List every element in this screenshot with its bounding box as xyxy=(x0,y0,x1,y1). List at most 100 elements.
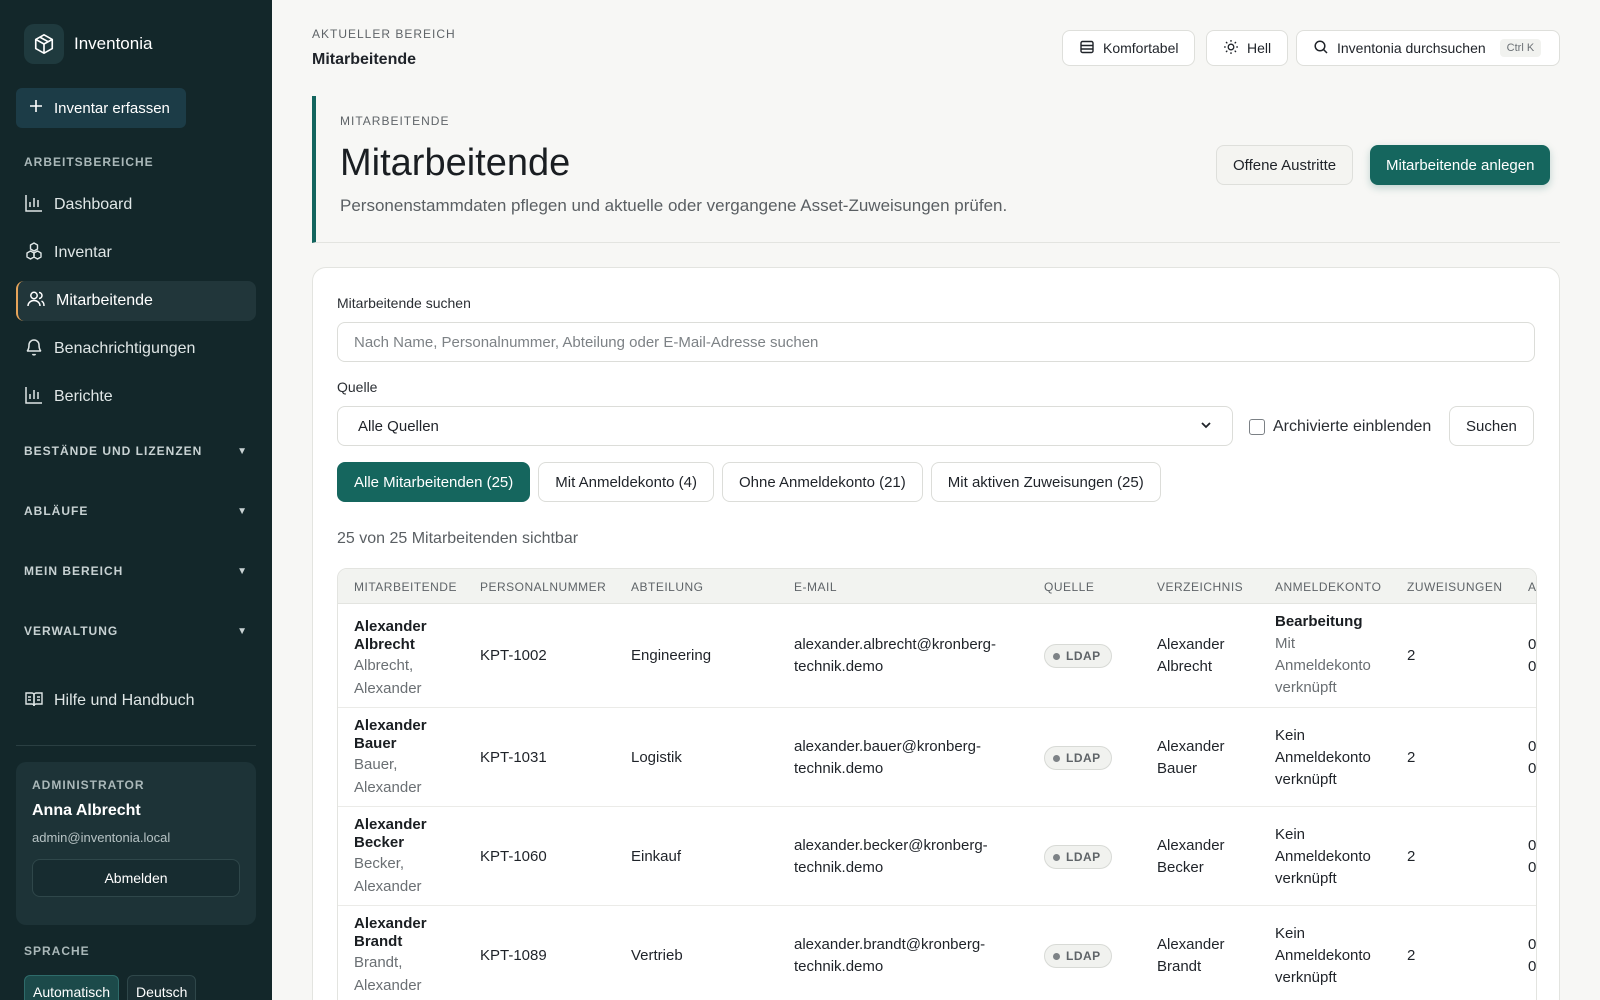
search-button[interactable]: Suchen xyxy=(1449,406,1534,446)
employee-last-name[interactable]: Bauer xyxy=(354,735,427,753)
sidebar-group-administration[interactable]: VERWALTUNG ▼ xyxy=(24,624,248,638)
employee-first-name[interactable]: Alexander xyxy=(354,915,427,933)
layout-table-icon xyxy=(1079,39,1095,58)
extra-line: 0 xyxy=(1528,738,1537,755)
sidebar-item-reports[interactable]: Berichte xyxy=(16,377,256,417)
language-auto-button[interactable]: Automatisch xyxy=(24,975,120,1000)
bar-chart-icon xyxy=(24,193,44,218)
logout-button[interactable]: Abmelden xyxy=(32,859,240,897)
column-header[interactable]: E-MAIL xyxy=(794,580,837,594)
employee-sort-name: Bauer, xyxy=(354,756,398,773)
employee-first-name[interactable]: Alexander xyxy=(354,717,427,735)
account-line: Mit xyxy=(1275,635,1295,652)
employee-sort-name: Alexander xyxy=(354,977,422,994)
filter-with-account[interactable]: Mit Anmeldekonto (4) xyxy=(538,462,714,502)
caret-down-icon: ▼ xyxy=(237,565,248,577)
archived-checkbox[interactable] xyxy=(1249,419,1265,435)
column-header[interactable]: MITARBEITENDE xyxy=(354,580,457,594)
email-line: technik.demo xyxy=(794,958,884,975)
filter-without-account[interactable]: Ohne Anmeldekonto (21) xyxy=(722,462,923,502)
sidebar-divider xyxy=(16,745,256,746)
employee-first-name[interactable]: Alexander xyxy=(354,816,427,834)
table-row[interactable]: Alexander Brandt Brandt, Alexander KPT-1… xyxy=(338,906,1537,1000)
employee-sort-name: Alexander xyxy=(354,878,422,895)
sidebar-group-label: VERWALTUNG xyxy=(24,624,119,638)
department: Logistik xyxy=(631,749,682,766)
column-header[interactable]: VERZEICHNIS xyxy=(1157,580,1243,594)
section-label-language: SPRACHE xyxy=(24,944,90,958)
sidebar-item-inventory[interactable]: Inventar xyxy=(16,233,256,273)
global-search-button[interactable]: Inventonia durchsuchen Ctrl K xyxy=(1296,30,1560,66)
column-header[interactable]: ANMELDEKONTO xyxy=(1275,580,1381,594)
account-line: Anmeldekonto xyxy=(1275,848,1371,865)
assignment-count: 2 xyxy=(1407,947,1416,964)
personnel-number: KPT-1089 xyxy=(480,947,547,964)
sidebar-item-employees[interactable]: Mitarbeitende xyxy=(16,281,256,321)
account-line: Kein xyxy=(1275,727,1306,744)
table-row[interactable]: Alexander Becker Becker, Alexander KPT-1… xyxy=(338,807,1536,906)
create-inventory-label: Inventar erfassen xyxy=(54,99,170,117)
account-line: verknüpft xyxy=(1275,771,1337,788)
table-row[interactable]: Alexander Bauer Bauer, Alexander KPT-103… xyxy=(338,708,1536,807)
employee-name-cell: Alexander Becker Becker, Alexander xyxy=(354,816,427,898)
breadcrumb: Mitarbeitende xyxy=(312,51,417,68)
column-header[interactable]: QUELLE xyxy=(1044,580,1094,594)
create-inventory-button[interactable]: Inventar erfassen xyxy=(16,88,186,128)
extra-cell: 0 0 xyxy=(1528,736,1536,780)
source-badge: LDAP xyxy=(1044,746,1112,770)
sidebar-group-workflows[interactable]: ABLÄUFE ▼ xyxy=(24,504,248,518)
column-header[interactable]: PERSONALNUMMER xyxy=(480,580,606,594)
table-header: MITARBEITENDE PERSONALNUMMER ABTEILUNG E… xyxy=(338,569,1536,604)
status-dot-icon xyxy=(1053,754,1060,762)
sidebar-item-notifications[interactable]: Benachrichtigungen xyxy=(16,329,256,369)
users-icon xyxy=(26,289,46,314)
employee-last-name[interactable]: Becker xyxy=(354,834,427,852)
directory-line: Alexander xyxy=(1157,738,1225,755)
extra-line: 0 xyxy=(1528,636,1537,653)
employee-first-name[interactable]: Alexander xyxy=(354,618,427,636)
account-cell: Kein Anmeldekonto verknüpft xyxy=(1275,725,1371,791)
extra-line: 0 xyxy=(1528,958,1537,975)
filter-all-employees[interactable]: Alle Mitarbeitenden (25) xyxy=(337,462,531,502)
language-switcher: Automatisch Deutsch xyxy=(24,975,197,1000)
density-button[interactable]: Komfortabel xyxy=(1062,30,1196,66)
sidebar-item-label: Berichte xyxy=(54,388,113,405)
theme-button[interactable]: Hell xyxy=(1206,30,1289,66)
sidebar-item-help[interactable]: Hilfe und Handbuch xyxy=(16,681,256,721)
admin-role: ADMINISTRATOR xyxy=(32,778,145,792)
column-header[interactable]: A xyxy=(1528,580,1536,594)
directory-line: Alexander xyxy=(1157,936,1225,953)
sidebar-group-my-area[interactable]: MEIN BEREICH ▼ xyxy=(24,564,248,578)
source-select[interactable]: Alle Quellen xyxy=(337,406,1233,446)
column-header[interactable]: ABTEILUNG xyxy=(631,580,704,594)
email-cell: alexander.bauer@kronberg- technik.demo xyxy=(794,736,981,780)
filter-active-assignments[interactable]: Mit aktiven Zuweisungen (25) xyxy=(930,462,1161,502)
status-dot-icon xyxy=(1053,652,1060,660)
chevron-down-icon xyxy=(1200,418,1212,435)
open-exits-button[interactable]: Offene Austritte xyxy=(1216,145,1354,185)
plus-icon xyxy=(28,98,44,118)
account-cell: Bearbeitung Mit Anmeldekonto verknüpft xyxy=(1275,611,1371,699)
page-title: Mitarbeitende xyxy=(340,142,571,184)
sidebar-group-stocks[interactable]: BESTÄNDE UND LIZENZEN ▼ xyxy=(24,444,248,458)
column-header[interactable]: ZUWEISUNGEN xyxy=(1407,580,1503,594)
create-employee-button[interactable]: Mitarbeitende anlegen xyxy=(1370,145,1551,185)
account-line: Anmeldekonto xyxy=(1275,749,1371,766)
email-line: technik.demo xyxy=(794,658,884,675)
source-badge: LDAP xyxy=(1044,845,1112,869)
page-header: MITARBEITENDE Mitarbeitende Personenstam… xyxy=(312,96,1560,243)
bar-chart-icon xyxy=(24,385,44,410)
brand[interactable]: Inventonia xyxy=(24,24,152,64)
account-line: verknüpft xyxy=(1275,679,1337,696)
archived-toggle[interactable]: Archivierte einblenden xyxy=(1249,418,1431,436)
extra-line: 0 xyxy=(1528,837,1537,854)
table-row[interactable]: Alexander Albrecht Albrecht, Alexander K… xyxy=(338,605,1537,708)
directory-cell: Alexander Albrecht xyxy=(1157,634,1225,678)
sidebar-item-dashboard[interactable]: Dashboard xyxy=(16,185,256,225)
employee-search-input[interactable] xyxy=(337,322,1535,362)
employee-last-name[interactable]: Brandt xyxy=(354,933,427,951)
status-dot-icon xyxy=(1053,952,1060,960)
language-german-button[interactable]: Deutsch xyxy=(127,975,197,1000)
employee-last-name[interactable]: Albrecht xyxy=(354,636,427,654)
extra-cell: 0 0 xyxy=(1528,835,1536,879)
